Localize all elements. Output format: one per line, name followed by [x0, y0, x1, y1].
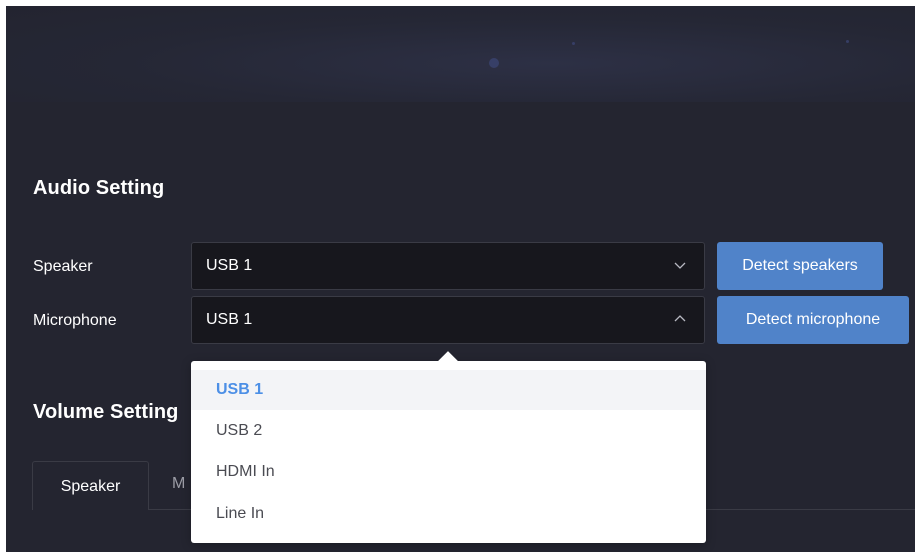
microphone-dropdown-menu: USB 1 USB 2 HDMI In Line In — [191, 351, 706, 543]
volume-setting-title: Volume Setting — [33, 401, 179, 423]
microphone-label: Microphone — [33, 312, 117, 329]
speaker-label: Speaker — [33, 258, 93, 275]
microphone-select-value: USB 1 — [206, 311, 253, 328]
dropdown-option-usb2[interactable]: USB 2 — [191, 411, 706, 451]
header-banner — [6, 6, 915, 102]
detect-microphone-button[interactable]: Detect microphone — [717, 296, 909, 344]
settings-panel: Audio Setting Speaker USB 1 Detect speak… — [6, 6, 915, 552]
dropdown-option-usb1[interactable]: USB 1 — [191, 370, 706, 410]
dropdown-option-line-in[interactable]: Line In — [191, 494, 706, 534]
tab-speaker[interactable]: Speaker — [32, 461, 149, 510]
chevron-up-icon — [674, 315, 686, 322]
tab-microphone[interactable]: M — [172, 475, 185, 493]
audio-setting-title: Audio Setting — [33, 177, 165, 199]
speaker-select-value: USB 1 — [206, 257, 253, 274]
speaker-select[interactable]: USB 1 — [191, 242, 705, 290]
chevron-down-icon — [674, 262, 686, 269]
detect-speakers-button[interactable]: Detect speakers — [717, 242, 883, 290]
dropdown-option-hdmi-in[interactable]: HDMI In — [191, 452, 706, 492]
dropdown-caret — [438, 351, 458, 371]
microphone-select[interactable]: USB 1 — [191, 296, 705, 344]
